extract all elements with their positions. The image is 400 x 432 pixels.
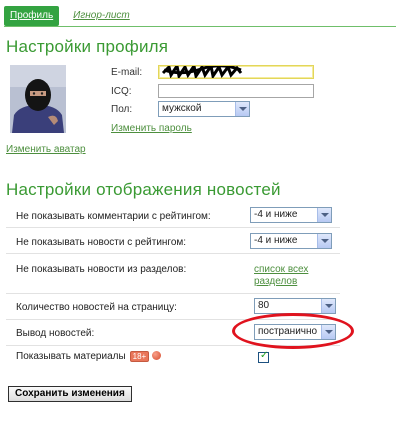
- chevron-down-icon[interactable]: [235, 102, 249, 116]
- email-label: E-mail:: [111, 67, 143, 78]
- avatar: [10, 65, 66, 133]
- profile-settings-title: Настройки профиля: [6, 37, 169, 56]
- row-label: Не показывать комментарии с рейтингом:: [16, 211, 211, 222]
- row-label: Не показывать новости с рейтингом:: [16, 237, 187, 248]
- select-value: 80: [258, 300, 270, 311]
- change-password-link[interactable]: Изменить пароль: [111, 123, 192, 134]
- settings-row-news-rating: Не показывать новости с рейтингом: -4 и …: [6, 228, 340, 254]
- news-per-page-select[interactable]: 80: [254, 298, 336, 314]
- highlight-ellipse: [232, 313, 354, 349]
- icq-field[interactable]: [158, 84, 314, 98]
- icq-label: ICQ:: [111, 86, 132, 97]
- chevron-down-icon[interactable]: [317, 234, 331, 248]
- gender-label: Пол:: [111, 104, 133, 115]
- show-materials-label: Показывать материалы: [16, 351, 126, 362]
- tab-divider: [4, 26, 396, 27]
- settings-row-comments-rating: Не показывать комментарии с рейтингом: -…: [6, 202, 340, 228]
- news-settings-title: Настройки отображения новостей: [6, 180, 281, 199]
- select-value: -4 и ниже: [254, 235, 298, 246]
- chevron-down-icon[interactable]: [317, 208, 331, 222]
- profile-tabs: Профиль Игнор-лист: [4, 6, 144, 26]
- adult-badge: 18+: [129, 351, 150, 362]
- news-rating-select[interactable]: -4 и ниже: [250, 233, 332, 249]
- redacted-scribble: [161, 66, 243, 78]
- row-label: Количество новостей на страницу:: [16, 302, 177, 313]
- gender-select[interactable]: мужской: [158, 101, 250, 117]
- show-materials-checkbox[interactable]: [258, 350, 269, 363]
- tab-ignore-list[interactable]: Игнор-лист: [67, 6, 136, 26]
- sections-list-link[interactable]: список всех разделов: [254, 264, 334, 288]
- row-label: Вывод новостей:: [16, 328, 95, 339]
- settings-row-sections: Не показывать новости из разделов: списо…: [6, 254, 340, 294]
- row-label: Не показывать новости из разделов:: [16, 264, 187, 275]
- settings-row-show-materials: Показывать материалы 18+: [6, 346, 340, 368]
- save-button[interactable]: Сохранить изменения: [8, 386, 132, 402]
- select-value: -4 и ниже: [254, 209, 298, 220]
- email-field[interactable]: [158, 65, 314, 79]
- peach-icon: [152, 351, 162, 360]
- comments-rating-select[interactable]: -4 и ниже: [250, 207, 332, 223]
- change-avatar-link[interactable]: Изменить аватар: [6, 144, 86, 155]
- gender-value: мужской: [162, 103, 202, 114]
- row-label: Показывать материалы 18+: [16, 351, 162, 362]
- tab-profile[interactable]: Профиль: [4, 6, 60, 26]
- chevron-down-icon[interactable]: [321, 299, 335, 313]
